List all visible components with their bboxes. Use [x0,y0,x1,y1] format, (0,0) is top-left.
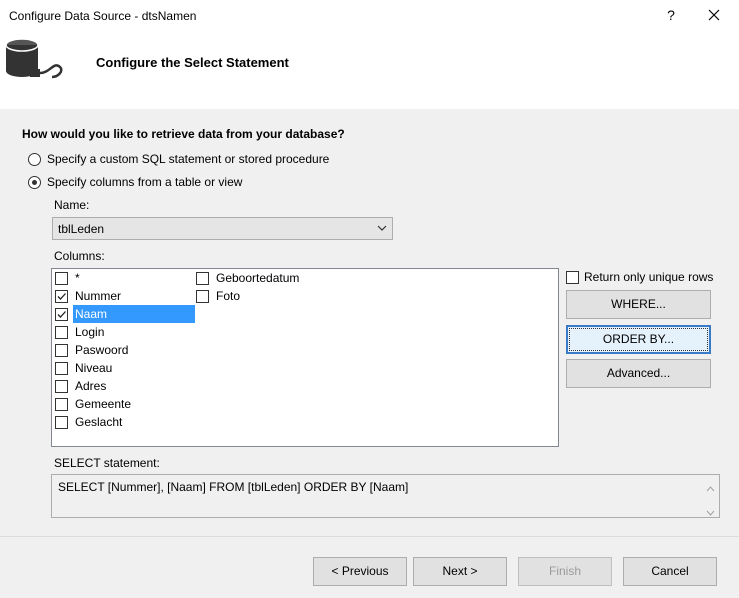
radio-custom-sql[interactable]: Specify a custom SQL statement or stored… [28,151,329,167]
where-button[interactable]: WHERE... [566,290,711,319]
columns-list[interactable]: * Nummer Naam Login Paswoord Niveau Adre… [51,268,559,447]
column-item[interactable]: Adres [55,377,108,395]
scroll-up-icon[interactable] [706,481,715,492]
previous-button[interactable]: < Previous [313,557,407,586]
checkbox[interactable] [55,379,68,393]
column-label: Login [75,325,105,339]
checkbox-checked[interactable] [55,289,68,303]
column-label: Adres [75,379,107,393]
name-label: Name: [54,198,90,212]
help-button[interactable]: ? [664,7,678,23]
unique-rows-checkbox[interactable]: Return only unique rows [566,269,713,285]
finish-button[interactable]: Finish [518,557,612,586]
radio-button[interactable] [28,175,41,189]
checkbox[interactable] [55,271,68,285]
sql-scrollbar[interactable] [702,475,719,517]
unique-rows-label: Return only unique rows [584,270,714,284]
column-item[interactable]: * [55,269,82,287]
checkbox[interactable] [55,325,68,339]
column-label: Naam [73,305,195,323]
column-label: Paswoord [75,343,129,357]
radio-label: Specify a custom SQL statement or stored… [47,152,330,166]
chevron-down-icon [376,222,388,234]
checkbox[interactable] [55,397,68,411]
wizard-body: How would you like to retrieve data from… [0,110,739,536]
database-plug-icon [2,35,66,91]
cancel-button[interactable]: Cancel [623,557,717,586]
order-by-button[interactable]: ORDER BY... [566,325,711,354]
column-label: Nummer [75,289,122,303]
wizard-header: Configure the Select Statement [0,31,739,110]
sql-statement-text: SELECT [Nummer], [Naam] FROM [tblLeden] … [58,480,409,494]
table-name-select[interactable]: tblLeden [52,217,393,240]
advanced-button[interactable]: Advanced... [566,359,711,388]
column-item[interactable]: Niveau [55,359,114,377]
checkbox[interactable] [566,270,579,284]
checkbox[interactable] [196,271,209,285]
column-item[interactable]: Naam [55,305,195,323]
checkbox[interactable] [55,343,68,357]
page-title: Configure the Select Statement [96,55,289,70]
column-label: Geslacht [75,415,123,429]
column-label: Geboortedatum [216,271,300,285]
checkbox[interactable] [55,361,68,375]
column-label: * [75,271,80,285]
column-item[interactable]: Gemeente [55,395,133,413]
next-button[interactable]: Next > [413,557,507,586]
checkbox-checked[interactable] [55,307,68,321]
column-item[interactable]: Login [55,323,106,341]
column-item[interactable]: Nummer [55,287,123,305]
column-item[interactable]: Paswoord [55,341,130,359]
checkbox[interactable] [55,415,68,429]
table-name-value: tblLeden [58,222,105,236]
column-label: Foto [216,289,241,303]
checkbox[interactable] [196,289,209,303]
column-label: Gemeente [75,397,132,411]
radio-button[interactable] [28,152,41,166]
radio-label: Specify columns from a table or view [47,175,243,189]
close-icon[interactable] [706,7,722,23]
column-item[interactable]: Geslacht [55,413,124,431]
sql-label: SELECT statement: [54,456,160,470]
title-bar: Configure Data Source - dtsNamen ? [0,0,739,31]
radio-table-columns[interactable]: Specify columns from a table or view [28,174,242,190]
scroll-down-icon[interactable] [706,505,715,516]
wizard-footer: < Previous Next > Finish Cancel [0,536,739,598]
columns-label: Columns: [54,249,105,263]
sql-statement-box[interactable]: SELECT [Nummer], [Naam] FROM [tblLeden] … [51,474,720,518]
column-item[interactable]: Geboortedatum [196,269,301,287]
column-label: Niveau [75,361,113,375]
window-title: Configure Data Source - dtsNamen [9,9,197,23]
retrieve-question: How would you like to retrieve data from… [22,127,345,141]
column-item[interactable]: Foto [196,287,242,305]
